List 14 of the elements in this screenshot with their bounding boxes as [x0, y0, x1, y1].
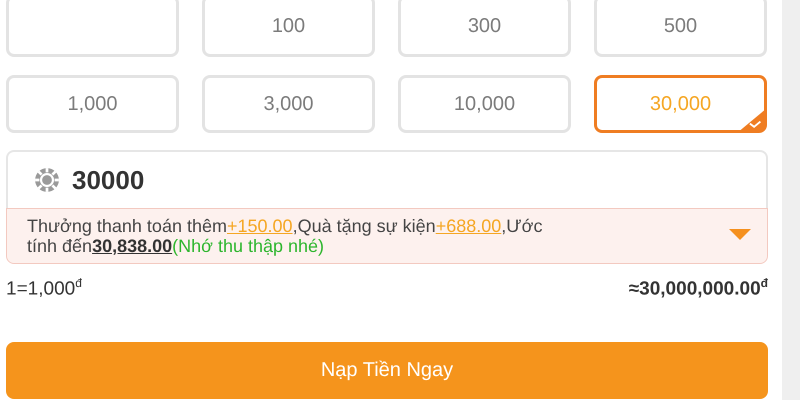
caret-icon	[727, 228, 753, 242]
amount-option[interactable]	[6, 0, 179, 57]
amount-option[interactable]: 300	[398, 0, 571, 57]
amount-option[interactable]: 100	[202, 0, 375, 57]
exchange-rate: 1=1,000$^{đ}$	[6, 276, 82, 300]
amount-option[interactable]: 500	[594, 0, 767, 57]
deposit-button[interactable]: Nạp Tiền Ngay	[6, 342, 768, 400]
bonus-text: Thưởng thanh toán thêm+150.00,Quà tặng sự kiện+688.00,Ước tính đến30,838.00(Nhớ thu thập nhé)	[27, 216, 544, 256]
check-icon	[739, 110, 765, 131]
converted-amount: ≈30,000,000.00$^{đ}$	[628, 276, 768, 300]
amount-option[interactable]: 3,000	[202, 75, 375, 133]
chip-icon	[34, 167, 60, 193]
amount-option[interactable]: 10,000	[398, 75, 571, 133]
amount-option[interactable]: 1,000	[6, 75, 179, 133]
